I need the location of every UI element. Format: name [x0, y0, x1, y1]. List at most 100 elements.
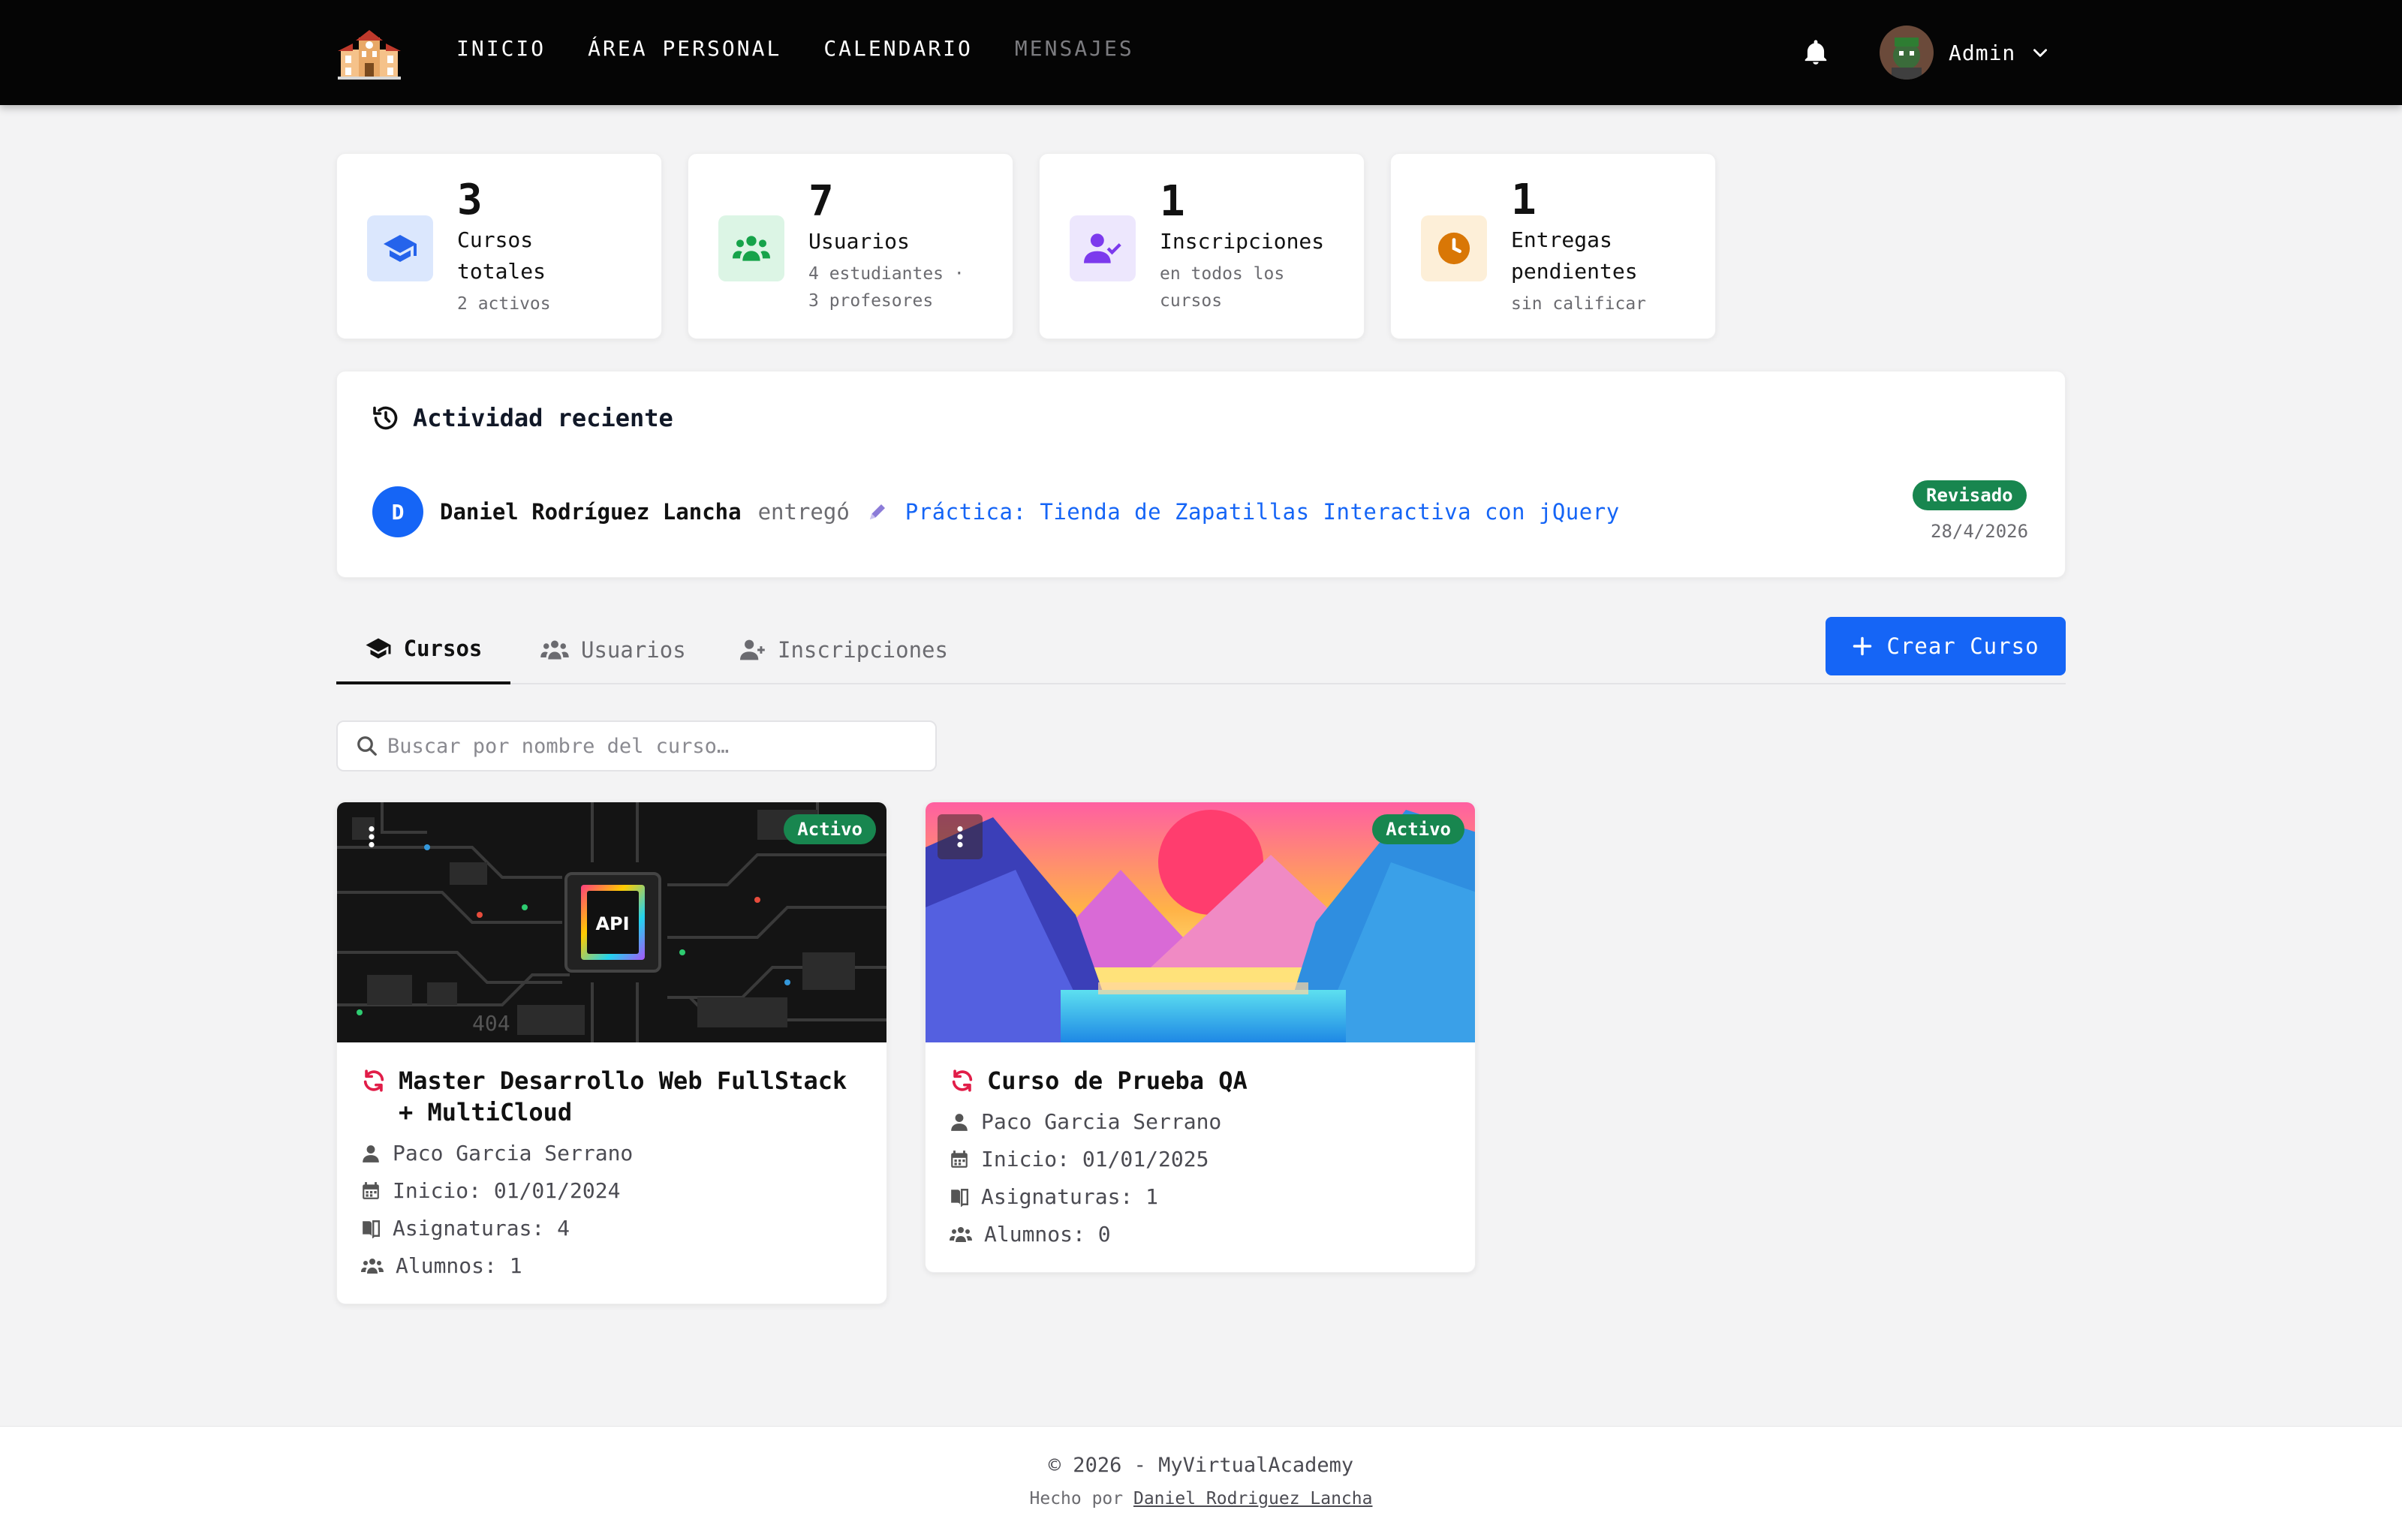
- create-course-button[interactable]: Crear Curso: [1826, 617, 2066, 675]
- stat-value: 3: [457, 176, 483, 224]
- user-name: Admin: [1949, 40, 2016, 65]
- user-plus-icon: [740, 639, 765, 660]
- history-icon: [373, 406, 398, 430]
- course-title[interactable]: Curso de Prueba QA: [950, 1065, 1451, 1096]
- recent-activity-title: Actividad reciente: [413, 404, 673, 432]
- graduation-cap-icon: [367, 215, 433, 281]
- stat-value: 1: [1511, 176, 1537, 224]
- calendar-icon: [363, 1182, 379, 1199]
- recent-activity-panel: [336, 371, 2066, 578]
- course-subjects: Asignaturas: 4: [361, 1217, 862, 1241]
- users-icon: [950, 1227, 972, 1242]
- graduation-cap-icon: [366, 638, 391, 659]
- course-students: Alumnos: 1: [361, 1254, 862, 1278]
- course-details: Master Desarrollo Web FullStack + MultiC…: [337, 1042, 886, 1304]
- course-teacher: Paco Garcia Serrano: [950, 1110, 1451, 1134]
- nav-mensajes[interactable]: MENSAJES: [1015, 36, 1134, 61]
- stat-label: Cursos: [457, 227, 534, 252]
- activity-date: 28/4/2026: [1931, 521, 2029, 542]
- footer-copyright: © 2026 - MyVirtualAcademy: [1048, 1454, 1354, 1477]
- footer-author-link[interactable]: Daniel Rodriguez Lancha: [1133, 1489, 1373, 1508]
- stat-label: Entregas: [1511, 227, 1612, 252]
- users-icon: [540, 640, 569, 660]
- stat-value: 1: [1160, 177, 1185, 226]
- course-title-line: Master Desarrollo Web FullStack: [399, 1066, 847, 1095]
- course-search-input[interactable]: [387, 734, 935, 758]
- pen-icon: [869, 504, 885, 519]
- stat-label: Inscripciones: [1160, 229, 1325, 254]
- api-chip-label: API: [595, 913, 629, 934]
- footer-credits-prefix: Hecho por: [1029, 1489, 1124, 1508]
- activity-verb: entregó: [757, 499, 850, 525]
- activity-assignment-link[interactable]: Práctica: Tienda de Zapatillas Interacti…: [905, 499, 1620, 525]
- book-icon: [363, 1220, 381, 1238]
- tab-inscripciones[interactable]: Inscripciones: [740, 615, 948, 684]
- footer-credits: Hecho por Daniel Rodriguez Lancha: [0, 1489, 2402, 1508]
- tab-label: Usuarios: [581, 637, 686, 663]
- stat-sub: 4 estudiantes ·: [808, 264, 965, 284]
- main-nav: INICIO ÁREA PERSONAL CALENDARIO MENSAJES: [456, 36, 1134, 61]
- stat-sub: en todos los: [1160, 264, 1285, 284]
- school-building-icon: [338, 30, 401, 80]
- circuit-chip-label: 404: [472, 1011, 510, 1036]
- course-start-date: Inicio: 01/01/2024: [361, 1179, 862, 1203]
- course-teacher: Paco Garcia Serrano: [361, 1141, 862, 1166]
- course-image: Activo: [926, 802, 1475, 1042]
- admin-tabs: Cursos Usuarios Inscripciones: [336, 615, 2066, 684]
- course-status-badge: Activo: [784, 814, 876, 844]
- course-card[interactable]: 404 API Activo Master Desarrollo Web Ful…: [336, 802, 887, 1304]
- tab-label: Inscripciones: [778, 637, 948, 663]
- stats-row: 3 Cursos totales 2 activos 7 Usuarios 4 …: [336, 153, 2066, 339]
- course-subjects: Asignaturas: 1: [950, 1185, 1451, 1209]
- course-image: 404 API Activo: [337, 802, 886, 1042]
- chevron-down-icon: [2033, 49, 2048, 57]
- search-icon: [357, 736, 377, 756]
- user-icon: [951, 1114, 968, 1131]
- tab-cursos[interactable]: Cursos: [336, 615, 510, 684]
- users-icon: [718, 215, 784, 281]
- stat-sub: sin calificar: [1511, 294, 1647, 314]
- stat-card-usuarios: 7 Usuarios 4 estudiantes · 3 profesores: [688, 153, 1013, 339]
- course-card[interactable]: Activo Curso de Prueba QA Paco Garcia Se…: [925, 802, 1476, 1273]
- user-icon: [363, 1145, 379, 1163]
- user-menu[interactable]: Admin: [1880, 26, 2050, 80]
- stat-sub: cursos: [1160, 291, 1223, 311]
- course-options-menu[interactable]: [349, 814, 394, 859]
- activity-status-badge: Revisado: [1913, 480, 2027, 510]
- tab-usuarios[interactable]: Usuarios: [540, 615, 686, 684]
- activity-user-name: Daniel Rodríguez Lancha: [440, 499, 742, 525]
- kebab-menu-icon: [957, 826, 963, 848]
- course-title-line: Curso de Prueba QA: [987, 1066, 1248, 1095]
- course-search-box: [336, 720, 937, 772]
- stat-sub: 2 activos: [457, 294, 551, 314]
- stat-label: Usuarios: [808, 229, 910, 254]
- user-check-icon: [1070, 215, 1136, 281]
- nav-inicio[interactable]: INICIO: [456, 36, 546, 61]
- stat-sub: 3 profesores: [808, 291, 934, 311]
- users-icon: [361, 1259, 384, 1274]
- stat-card-entregas: 1 Entregas pendientes sin calificar: [1390, 153, 1716, 339]
- course-options-menu[interactable]: [938, 814, 983, 859]
- recent-activity-header: Actividad reciente: [372, 404, 673, 432]
- course-start-date: Inicio: 01/01/2025: [950, 1147, 1451, 1172]
- tab-label: Cursos: [403, 636, 483, 661]
- course-students: Alumnos: 0: [950, 1223, 1451, 1247]
- activity-item: D Daniel Rodríguez Lancha entregó Prácti…: [372, 486, 1620, 537]
- footer: © 2026 - MyVirtualAcademy Hecho por Dani…: [0, 1426, 2402, 1540]
- notifications-bell-icon[interactable]: [1802, 38, 1830, 68]
- nav-area-personal[interactable]: ÁREA PERSONAL: [588, 36, 781, 61]
- nav-calendario[interactable]: CALENDARIO: [823, 36, 973, 61]
- kebab-menu-icon: [369, 826, 375, 848]
- course-status-badge: Activo: [1372, 814, 1464, 844]
- stat-label: pendientes: [1511, 259, 1638, 284]
- refresh-icon: [952, 1069, 973, 1092]
- activity-user-avatar: D: [372, 486, 423, 537]
- academy-logo[interactable]: [336, 27, 402, 81]
- user-avatar: [1880, 26, 1934, 80]
- course-details: Curso de Prueba QA Paco Garcia Serrano I…: [926, 1042, 1475, 1272]
- course-title[interactable]: Master Desarrollo Web FullStack + MultiC…: [361, 1065, 862, 1128]
- plus-icon: [1853, 636, 1872, 656]
- stat-label: totales: [457, 259, 546, 284]
- refresh-icon: [363, 1069, 384, 1092]
- clock-icon: [1421, 215, 1487, 281]
